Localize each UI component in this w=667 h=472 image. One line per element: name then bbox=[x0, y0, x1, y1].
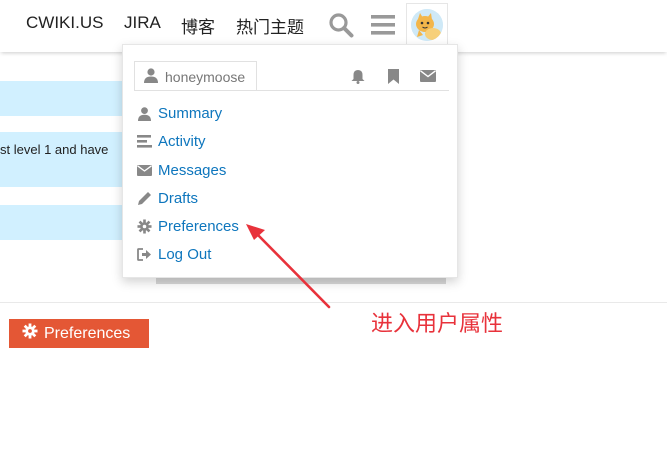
bell-icon[interactable] bbox=[349, 67, 367, 85]
menu-item-label: Drafts bbox=[158, 190, 199, 207]
user-icon bbox=[144, 67, 158, 86]
post-excerpt: st level 1 and have bbox=[0, 142, 109, 157]
envelope-icon bbox=[137, 163, 152, 179]
highlight-band bbox=[0, 205, 123, 240]
menu-item-log-out[interactable]: Log Out bbox=[137, 246, 211, 263]
nav-link-cwiki[interactable]: CWIKI.US bbox=[26, 13, 103, 33]
user-icon bbox=[137, 106, 152, 122]
user-avatar-button[interactable] bbox=[406, 3, 448, 45]
menu-item-drafts[interactable]: Drafts bbox=[137, 190, 198, 207]
username: honeymoose bbox=[165, 68, 246, 85]
gear-icon bbox=[137, 219, 152, 235]
menu-item-activity[interactable]: Activity bbox=[137, 133, 206, 150]
menu-item-label: Messages bbox=[158, 162, 227, 179]
menu-item-label: Log Out bbox=[158, 246, 212, 263]
gear-icon bbox=[22, 323, 38, 344]
bookmark-icon[interactable] bbox=[384, 67, 402, 85]
list-icon bbox=[137, 134, 152, 150]
highlight-band bbox=[0, 81, 123, 116]
menu-item-label: Activity bbox=[158, 133, 206, 150]
divider bbox=[0, 302, 667, 303]
search-icon[interactable] bbox=[324, 8, 358, 42]
menu-item-preferences[interactable]: Preferences bbox=[137, 218, 239, 235]
highlight-band bbox=[0, 132, 123, 187]
preferences-button-label: Preferences bbox=[44, 324, 131, 342]
avatar bbox=[411, 8, 443, 41]
user-menu-panel: honeymoose Summary Activity Messages Dra… bbox=[122, 44, 458, 278]
menu-item-messages[interactable]: Messages bbox=[137, 162, 226, 179]
menu-item-label: Summary bbox=[158, 105, 223, 122]
sign-out-icon bbox=[137, 247, 152, 263]
user-tab[interactable]: honeymoose bbox=[134, 61, 257, 91]
annotation-label: 进入用户属性 bbox=[371, 312, 504, 337]
nav-link-blog[interactable]: 博客 bbox=[181, 13, 215, 38]
tab-divider bbox=[134, 90, 449, 91]
hamburger-menu-icon[interactable] bbox=[366, 8, 400, 42]
nav-link-hot-topics[interactable]: 热门主题 bbox=[236, 13, 304, 38]
preferences-button[interactable]: Preferences bbox=[9, 319, 149, 348]
menu-item-label: Preferences bbox=[158, 218, 239, 235]
scroll-shadow bbox=[156, 278, 446, 284]
nav-link-jira[interactable]: JIRA bbox=[124, 13, 161, 33]
pencil-icon bbox=[137, 191, 152, 207]
menu-item-summary[interactable]: Summary bbox=[137, 105, 222, 122]
envelope-icon[interactable] bbox=[419, 67, 437, 85]
